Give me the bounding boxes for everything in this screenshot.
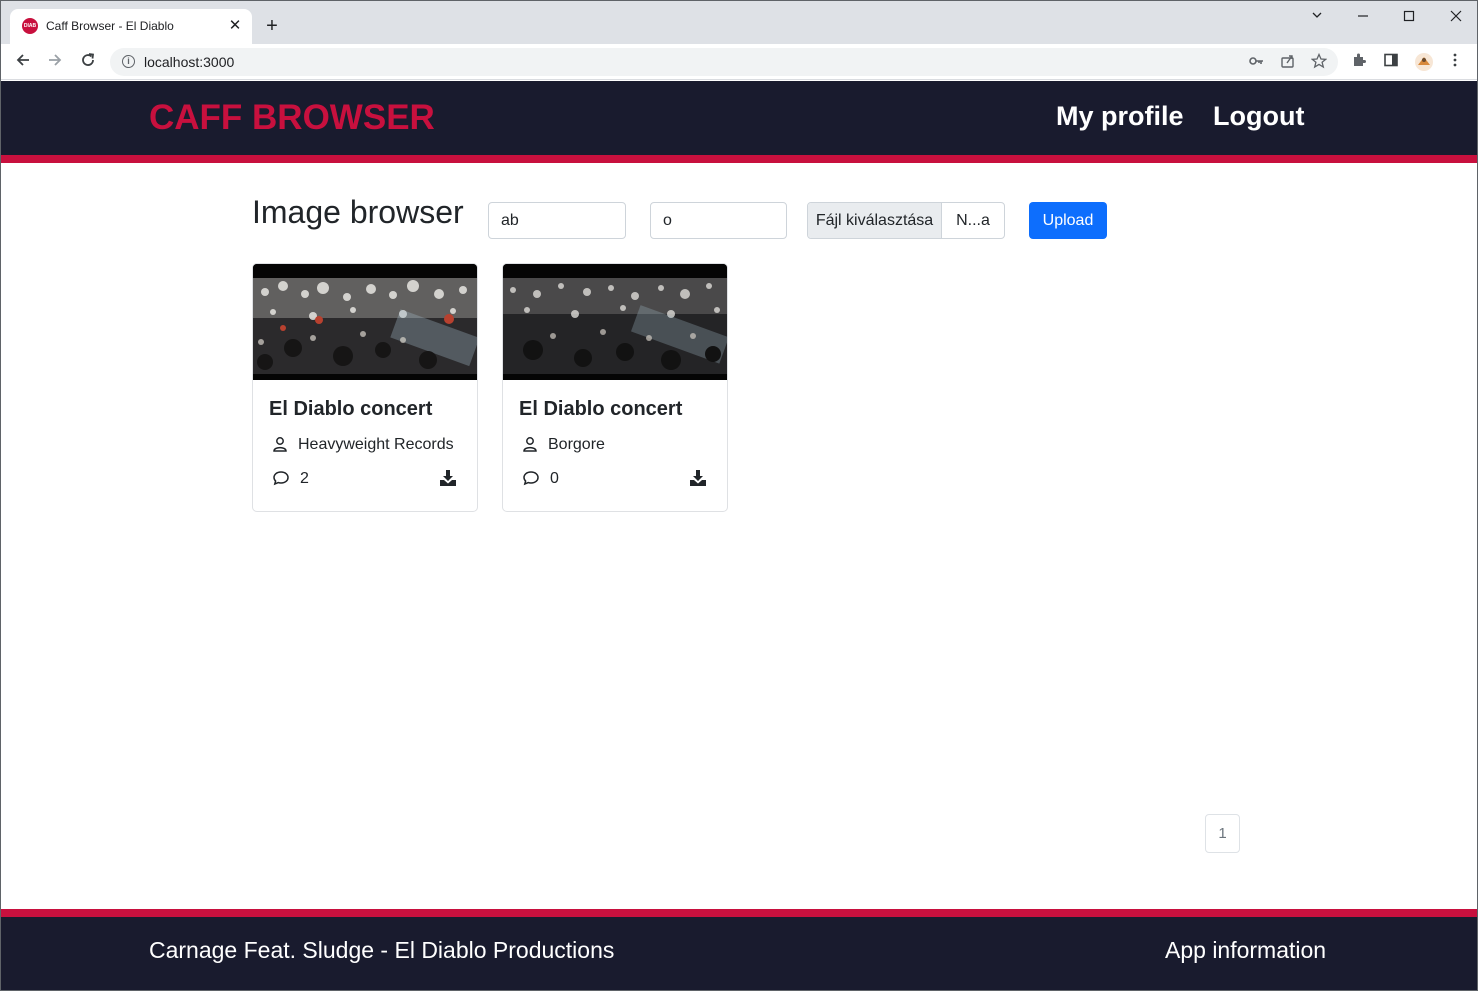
tab-title: Caff Browser - El Diablo: [46, 19, 174, 33]
header-accent-bar: [1, 155, 1477, 163]
reload-icon[interactable]: [77, 51, 99, 73]
page-title: Image browser: [252, 194, 464, 230]
nav-my-profile[interactable]: My profile: [1056, 101, 1184, 132]
footer-app-information-link[interactable]: App information: [1165, 937, 1326, 964]
user-icon: [272, 436, 288, 452]
close-window-icon[interactable]: [1444, 7, 1468, 27]
image-card[interactable]: El Diablo concert Heavyweight Records 2: [252, 263, 478, 512]
upload-button[interactable]: Upload: [1029, 202, 1107, 239]
file-name-label: N...a: [956, 212, 990, 229]
footer-credits: Carnage Feat. Sludge - El Diablo Product…: [149, 937, 615, 963]
user-icon: [522, 436, 538, 452]
tab-strip: DIAB Caff Browser - El Diablo ✕ +: [1, 1, 1477, 44]
card-comment-count: 2: [300, 470, 309, 487]
title-filter-input[interactable]: [488, 202, 626, 239]
url-text: localhost:3000: [144, 54, 235, 70]
card-thumbnail[interactable]: [253, 264, 477, 380]
download-icon[interactable]: [439, 469, 457, 487]
image-card[interactable]: El Diablo concert Borgore 0: [502, 263, 728, 512]
download-icon[interactable]: [689, 469, 707, 487]
browser-toolbar: i localhost:3000: [1, 44, 1477, 80]
back-icon[interactable]: [12, 51, 34, 73]
footer-accent-bar: [1, 909, 1477, 917]
forward-icon[interactable]: [44, 51, 66, 73]
key-icon[interactable]: [1247, 53, 1265, 71]
pagination-page-1[interactable]: 1: [1205, 814, 1240, 853]
sidepanel-icon[interactable]: [1381, 52, 1401, 72]
brand-logo[interactable]: CAFF BROWSER: [149, 98, 435, 138]
app-footer: Carnage Feat. Sludge - El Diablo Product…: [1, 917, 1477, 990]
app-header: CAFF BROWSER My profile Logout: [1, 81, 1477, 155]
card-title[interactable]: El Diablo concert: [269, 398, 432, 421]
profile-avatar-icon[interactable]: [1414, 52, 1434, 72]
card-thumbnail[interactable]: [503, 264, 727, 380]
card-comment-count: 0: [550, 470, 559, 487]
extensions-icon[interactable]: [1349, 52, 1369, 72]
nav-logout[interactable]: Logout: [1213, 101, 1304, 132]
browser-window: DIAB Caff Browser - El Diablo ✕ + i loca…: [0, 0, 1478, 991]
card-author: Borgore: [548, 436, 605, 453]
card-title[interactable]: El Diablo concert: [519, 398, 682, 421]
author-filter-input[interactable]: [650, 202, 787, 239]
minimize-icon[interactable]: [1351, 7, 1375, 27]
menu-icon[interactable]: [1445, 52, 1465, 72]
maximize-icon[interactable]: [1397, 7, 1421, 27]
browser-tab[interactable]: DIAB Caff Browser - El Diablo ✕: [10, 9, 252, 44]
new-tab-icon[interactable]: +: [261, 15, 283, 37]
card-author: Heavyweight Records: [298, 436, 454, 453]
share-icon[interactable]: [1279, 53, 1297, 71]
comment-icon[interactable]: [272, 470, 290, 486]
star-icon[interactable]: [1310, 52, 1328, 71]
info-icon[interactable]: i: [122, 55, 135, 68]
tab-search-icon[interactable]: [1305, 7, 1329, 27]
tab-close-icon[interactable]: ✕: [226, 17, 244, 35]
choose-file-button[interactable]: Fájl kiválasztása: [808, 203, 942, 238]
file-input[interactable]: Fájl kiválasztása N...a: [807, 202, 1005, 239]
favicon-icon: DIAB: [22, 18, 38, 34]
address-bar[interactable]: i localhost:3000: [110, 48, 1338, 76]
comment-icon[interactable]: [522, 470, 540, 486]
